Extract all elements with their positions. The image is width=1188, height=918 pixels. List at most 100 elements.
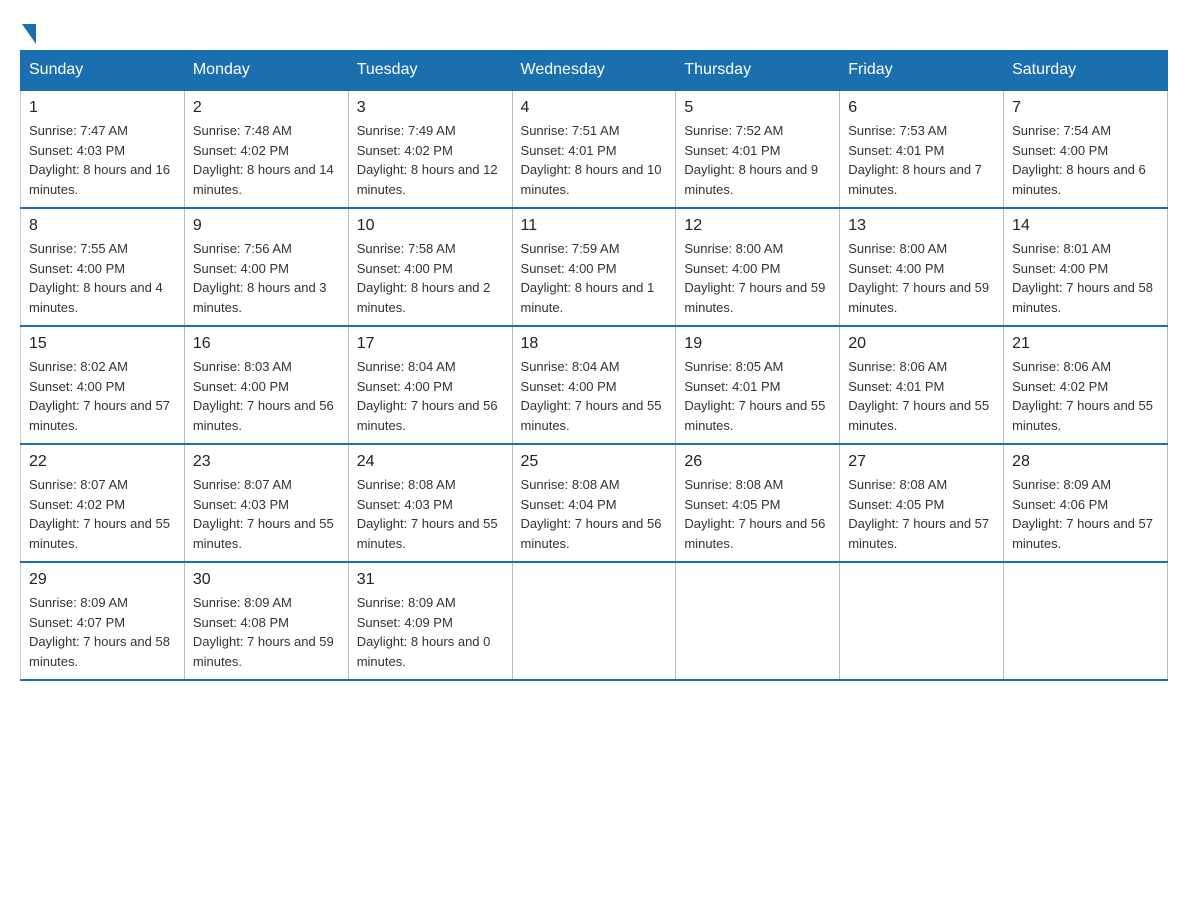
day-cell: 29 Sunrise: 8:09 AM Sunset: 4:07 PM Dayl… — [21, 562, 185, 680]
daylight-label: Daylight: 7 hours and 58 minutes. — [29, 634, 170, 669]
sunset-label: Sunset: 4:00 PM — [29, 379, 125, 394]
sunset-label: Sunset: 4:03 PM — [357, 497, 453, 512]
day-number: 22 — [29, 453, 176, 471]
sunrise-label: Sunrise: 7:59 AM — [521, 241, 620, 256]
day-info: Sunrise: 8:09 AM Sunset: 4:06 PM Dayligh… — [1012, 475, 1159, 553]
daylight-label: Daylight: 7 hours and 55 minutes. — [848, 398, 989, 433]
sunset-label: Sunset: 4:00 PM — [1012, 143, 1108, 158]
sunrise-label: Sunrise: 8:02 AM — [29, 359, 128, 374]
day-number: 10 — [357, 217, 504, 235]
sunrise-label: Sunrise: 8:04 AM — [357, 359, 456, 374]
day-number: 13 — [848, 217, 995, 235]
daylight-label: Daylight: 8 hours and 6 minutes. — [1012, 162, 1146, 197]
day-info: Sunrise: 8:02 AM Sunset: 4:00 PM Dayligh… — [29, 357, 176, 435]
sunset-label: Sunset: 4:04 PM — [521, 497, 617, 512]
day-cell: 16 Sunrise: 8:03 AM Sunset: 4:00 PM Dayl… — [184, 326, 348, 444]
sunset-label: Sunset: 4:00 PM — [521, 379, 617, 394]
sunrise-label: Sunrise: 8:09 AM — [193, 595, 292, 610]
sunrise-label: Sunrise: 8:07 AM — [29, 477, 128, 492]
header-sunday: Sunday — [21, 51, 185, 91]
sunset-label: Sunset: 4:02 PM — [1012, 379, 1108, 394]
sunset-label: Sunset: 4:01 PM — [684, 143, 780, 158]
day-cell: 19 Sunrise: 8:05 AM Sunset: 4:01 PM Dayl… — [676, 326, 840, 444]
day-info: Sunrise: 7:59 AM Sunset: 4:00 PM Dayligh… — [521, 239, 668, 317]
day-info: Sunrise: 7:54 AM Sunset: 4:00 PM Dayligh… — [1012, 121, 1159, 199]
day-info: Sunrise: 8:00 AM Sunset: 4:00 PM Dayligh… — [848, 239, 995, 317]
sunset-label: Sunset: 4:06 PM — [1012, 497, 1108, 512]
day-number: 19 — [684, 335, 831, 353]
day-info: Sunrise: 7:47 AM Sunset: 4:03 PM Dayligh… — [29, 121, 176, 199]
day-info: Sunrise: 8:09 AM Sunset: 4:09 PM Dayligh… — [357, 593, 504, 671]
logo-arrow-icon — [22, 24, 36, 44]
daylight-label: Daylight: 8 hours and 1 minute. — [521, 280, 655, 315]
day-info: Sunrise: 8:07 AM Sunset: 4:02 PM Dayligh… — [29, 475, 176, 553]
header-saturday: Saturday — [1004, 51, 1168, 91]
day-info: Sunrise: 7:52 AM Sunset: 4:01 PM Dayligh… — [684, 121, 831, 199]
day-info: Sunrise: 8:07 AM Sunset: 4:03 PM Dayligh… — [193, 475, 340, 553]
day-number: 27 — [848, 453, 995, 471]
sunrise-label: Sunrise: 7:56 AM — [193, 241, 292, 256]
day-info: Sunrise: 8:01 AM Sunset: 4:00 PM Dayligh… — [1012, 239, 1159, 317]
day-cell: 23 Sunrise: 8:07 AM Sunset: 4:03 PM Dayl… — [184, 444, 348, 562]
day-cell — [512, 562, 676, 680]
sunset-label: Sunset: 4:00 PM — [193, 379, 289, 394]
sunrise-label: Sunrise: 7:51 AM — [521, 123, 620, 138]
daylight-label: Daylight: 7 hours and 55 minutes. — [521, 398, 662, 433]
sunset-label: Sunset: 4:00 PM — [521, 261, 617, 276]
day-number: 9 — [193, 217, 340, 235]
daylight-label: Daylight: 8 hours and 4 minutes. — [29, 280, 163, 315]
day-number: 1 — [29, 99, 176, 117]
day-cell: 31 Sunrise: 8:09 AM Sunset: 4:09 PM Dayl… — [348, 562, 512, 680]
day-number: 3 — [357, 99, 504, 117]
sunrise-label: Sunrise: 8:09 AM — [29, 595, 128, 610]
daylight-label: Daylight: 7 hours and 59 minutes. — [848, 280, 989, 315]
header-thursday: Thursday — [676, 51, 840, 91]
day-cell: 21 Sunrise: 8:06 AM Sunset: 4:02 PM Dayl… — [1004, 326, 1168, 444]
day-cell: 30 Sunrise: 8:09 AM Sunset: 4:08 PM Dayl… — [184, 562, 348, 680]
day-info: Sunrise: 8:09 AM Sunset: 4:07 PM Dayligh… — [29, 593, 176, 671]
day-info: Sunrise: 8:08 AM Sunset: 4:05 PM Dayligh… — [848, 475, 995, 553]
day-cell — [840, 562, 1004, 680]
day-number: 8 — [29, 217, 176, 235]
day-cell: 3 Sunrise: 7:49 AM Sunset: 4:02 PM Dayli… — [348, 90, 512, 208]
sunrise-label: Sunrise: 8:04 AM — [521, 359, 620, 374]
daylight-label: Daylight: 7 hours and 56 minutes. — [684, 516, 825, 551]
sunrise-label: Sunrise: 8:06 AM — [848, 359, 947, 374]
daylight-label: Daylight: 7 hours and 56 minutes. — [193, 398, 334, 433]
day-info: Sunrise: 8:04 AM Sunset: 4:00 PM Dayligh… — [357, 357, 504, 435]
day-number: 11 — [521, 217, 668, 235]
day-number: 2 — [193, 99, 340, 117]
sunset-label: Sunset: 4:09 PM — [357, 615, 453, 630]
day-number: 16 — [193, 335, 340, 353]
daylight-label: Daylight: 8 hours and 2 minutes. — [357, 280, 491, 315]
header-tuesday: Tuesday — [348, 51, 512, 91]
logo — [20, 20, 36, 40]
daylight-label: Daylight: 7 hours and 56 minutes. — [521, 516, 662, 551]
day-info: Sunrise: 7:55 AM Sunset: 4:00 PM Dayligh… — [29, 239, 176, 317]
day-cell: 4 Sunrise: 7:51 AM Sunset: 4:01 PM Dayli… — [512, 90, 676, 208]
day-info: Sunrise: 8:08 AM Sunset: 4:03 PM Dayligh… — [357, 475, 504, 553]
sunset-label: Sunset: 4:01 PM — [684, 379, 780, 394]
day-cell: 7 Sunrise: 7:54 AM Sunset: 4:00 PM Dayli… — [1004, 90, 1168, 208]
day-cell: 10 Sunrise: 7:58 AM Sunset: 4:00 PM Dayl… — [348, 208, 512, 326]
page-header — [20, 20, 1168, 40]
day-number: 21 — [1012, 335, 1159, 353]
sunset-label: Sunset: 4:07 PM — [29, 615, 125, 630]
sunrise-label: Sunrise: 8:00 AM — [684, 241, 783, 256]
day-info: Sunrise: 8:06 AM Sunset: 4:01 PM Dayligh… — [848, 357, 995, 435]
sunrise-label: Sunrise: 8:00 AM — [848, 241, 947, 256]
sunrise-label: Sunrise: 7:55 AM — [29, 241, 128, 256]
day-info: Sunrise: 7:56 AM Sunset: 4:00 PM Dayligh… — [193, 239, 340, 317]
sunset-label: Sunset: 4:03 PM — [193, 497, 289, 512]
day-info: Sunrise: 8:08 AM Sunset: 4:04 PM Dayligh… — [521, 475, 668, 553]
sunrise-label: Sunrise: 8:01 AM — [1012, 241, 1111, 256]
day-number: 5 — [684, 99, 831, 117]
week-row-3: 15 Sunrise: 8:02 AM Sunset: 4:00 PM Dayl… — [21, 326, 1168, 444]
sunset-label: Sunset: 4:02 PM — [357, 143, 453, 158]
daylight-label: Daylight: 7 hours and 57 minutes. — [1012, 516, 1153, 551]
day-cell: 15 Sunrise: 8:02 AM Sunset: 4:00 PM Dayl… — [21, 326, 185, 444]
day-info: Sunrise: 8:03 AM Sunset: 4:00 PM Dayligh… — [193, 357, 340, 435]
daylight-label: Daylight: 7 hours and 59 minutes. — [684, 280, 825, 315]
sunset-label: Sunset: 4:01 PM — [848, 143, 944, 158]
daylight-label: Daylight: 8 hours and 9 minutes. — [684, 162, 818, 197]
